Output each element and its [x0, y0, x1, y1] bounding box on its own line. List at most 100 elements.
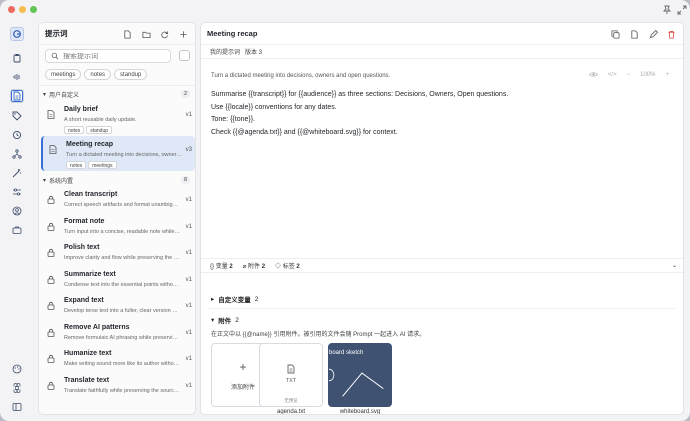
close-window-button[interactable]: [8, 6, 15, 13]
prompt-list-item[interactable]: Polish text Improve clarity and flow whil…: [41, 239, 195, 265]
search-icon: [51, 52, 59, 60]
clipboard-icon[interactable]: [10, 51, 24, 65]
prompt-list-item[interactable]: Format note Turn input into a concise, re…: [41, 213, 195, 239]
section-user-defined[interactable]: ▾ 用户自定义 2: [43, 88, 193, 100]
prompt-list-item[interactable]: Summarize text Condense text into the ess…: [41, 266, 195, 292]
refresh-icon[interactable]: [160, 30, 169, 39]
prompt-list-item[interactable]: Humanize text Make writing sound more lik…: [41, 345, 195, 371]
app-logo-icon[interactable]: [10, 27, 24, 41]
code-view-icon[interactable]: </>: [608, 72, 617, 78]
breadcrumb-folder[interactable]: 我的提示词: [210, 47, 240, 56]
history-icon[interactable]: [10, 128, 24, 142]
prompt-list-item[interactable]: Meeting recap Turn a dictated meeting int…: [41, 136, 195, 171]
chevron-down-icon[interactable]: ⌄: [672, 262, 677, 269]
command-icon[interactable]: [10, 381, 24, 395]
custom-variables-toggle[interactable]: ▸ 自定义变量 2: [211, 294, 258, 305]
file-type-label: TXT: [285, 378, 297, 384]
prompt-description: Condense text into the essential points …: [64, 281, 180, 288]
prompt-list-item[interactable]: Clean transcript Correct speech artifacts…: [41, 186, 195, 212]
lock-icon: [47, 328, 55, 337]
prompt-description: Turn input into a concise, readable note…: [64, 228, 180, 235]
section-title: 用户自定义: [49, 92, 80, 99]
prompt-name: Summarize text: [64, 270, 116, 278]
prompt-tag[interactable]: notes: [64, 126, 85, 134]
text-file-icon: [286, 364, 296, 376]
expand-icon[interactable]: [677, 5, 687, 15]
prompt-list-item[interactable]: Remove AI patterns Remove formulaic AI ph…: [41, 319, 195, 345]
prompt-description: A short reusable daily update.: [64, 117, 137, 123]
prompt-body[interactable]: Summarise {{transcript}} for {{audience}…: [211, 89, 508, 139]
filter-tag-standup[interactable]: standup: [114, 69, 148, 80]
tags-stat[interactable]: ◇ 标签 2: [275, 261, 300, 270]
attachments-toggle[interactable]: ▾ 附件 2: [211, 315, 239, 326]
select-mode-checkbox[interactable]: [179, 50, 190, 61]
edit-icon[interactable]: [649, 30, 658, 39]
editor-header: Meeting recap: [201, 23, 683, 45]
prompt-line: Check {{@agenda.txt}} and {{@whiteboard.…: [211, 128, 398, 136]
prompt-description: Develop terse text into a fuller, clear …: [64, 308, 180, 314]
tag-icon[interactable]: [10, 109, 24, 123]
waveform-icon[interactable]: [10, 70, 24, 84]
variables-stat[interactable]: {} 变量 2: [210, 261, 233, 270]
attachments-stat[interactable]: ⌀ 附件 2: [243, 261, 265, 270]
prompt-name: Expand text: [64, 297, 104, 304]
document-icon[interactable]: [10, 89, 24, 103]
new-prompt-icon[interactable]: [123, 30, 132, 39]
prompt-list-item[interactable]: Translate text Translate faithfully while…: [41, 372, 195, 398]
zoom-in-icon[interactable]: +: [665, 72, 669, 78]
briefcase-icon[interactable]: [10, 223, 24, 237]
sidebar-toggle-icon[interactable]: [10, 400, 24, 414]
palette-icon[interactable]: [10, 362, 24, 376]
delete-icon[interactable]: [667, 30, 676, 39]
account-icon[interactable]: [10, 204, 24, 218]
prompt-description: Turn a dictated meeting into decisions, …: [66, 152, 182, 158]
prompt-version: v1: [185, 197, 192, 203]
search-box[interactable]: [45, 49, 171, 63]
prompt-tag[interactable]: standup: [86, 126, 113, 134]
prompt-description: Remove formulaic AI phrasing while prese…: [64, 334, 180, 341]
zoom-out-icon[interactable]: −: [627, 72, 631, 78]
folder-icon[interactable]: [142, 30, 151, 39]
lock-icon: [47, 222, 55, 231]
filter-tag-meetings[interactable]: meetings: [45, 69, 82, 80]
prompt-title: Meeting recap: [207, 29, 258, 38]
attachment-card-whiteboard[interactable]: board sketch: [328, 343, 392, 407]
chevron-down-icon: ▾: [43, 91, 47, 98]
prompt-name: Translate text: [64, 376, 110, 384]
section-built-in[interactable]: ▾ 系统内置 8: [43, 174, 193, 186]
prompt-tag[interactable]: meetings: [88, 161, 117, 169]
search-input[interactable]: [63, 52, 163, 60]
zoom-window-button[interactable]: [30, 6, 37, 13]
app-window: 提示词 meetings notes standup: [0, 0, 690, 421]
prompt-list-item[interactable]: Daily brief A short reusable daily update…: [41, 101, 195, 136]
lock-icon: [47, 248, 55, 257]
duplicate-doc-icon[interactable]: [630, 30, 639, 39]
sliders-icon[interactable]: [10, 185, 24, 199]
lock-icon: [47, 354, 55, 363]
add-icon[interactable]: [179, 30, 188, 39]
prompt-tag[interactable]: notes: [66, 161, 87, 169]
nav-rail: [0, 20, 33, 421]
document-icon: [47, 110, 55, 119]
filter-tag-notes[interactable]: notes: [84, 69, 112, 80]
paperclip-icon: ⌀: [242, 264, 247, 270]
network-icon[interactable]: [10, 147, 24, 161]
pin-icon[interactable]: [662, 5, 672, 15]
magic-icon[interactable]: [10, 166, 24, 180]
minimize-window-button[interactable]: [19, 6, 26, 13]
eye-icon[interactable]: [588, 70, 598, 79]
attachment-name: whiteboard.svg: [339, 409, 381, 415]
prompt-name: Remove AI patterns: [64, 323, 130, 331]
prompt-list-item[interactable]: Expand text Develop terse text into a ful…: [41, 292, 195, 318]
attachment-card-agenda[interactable]: TXT 无预览: [259, 343, 323, 407]
breadcrumb-version[interactable]: 版本 3: [245, 47, 262, 56]
prompt-version: v3: [185, 147, 192, 153]
copy-icon[interactable]: [611, 30, 620, 39]
no-preview-label: 无预览: [284, 398, 298, 403]
editor-tools: </> − 100% +: [588, 70, 669, 79]
prompt-version: v1: [185, 356, 192, 362]
prompt-line: Summarise {{transcript}} for {{audience}…: [211, 91, 509, 98]
caret-down-icon: ▾: [211, 317, 215, 324]
prompt-name: Format note: [64, 217, 105, 225]
attachment-name: agenda.txt: [276, 409, 306, 415]
